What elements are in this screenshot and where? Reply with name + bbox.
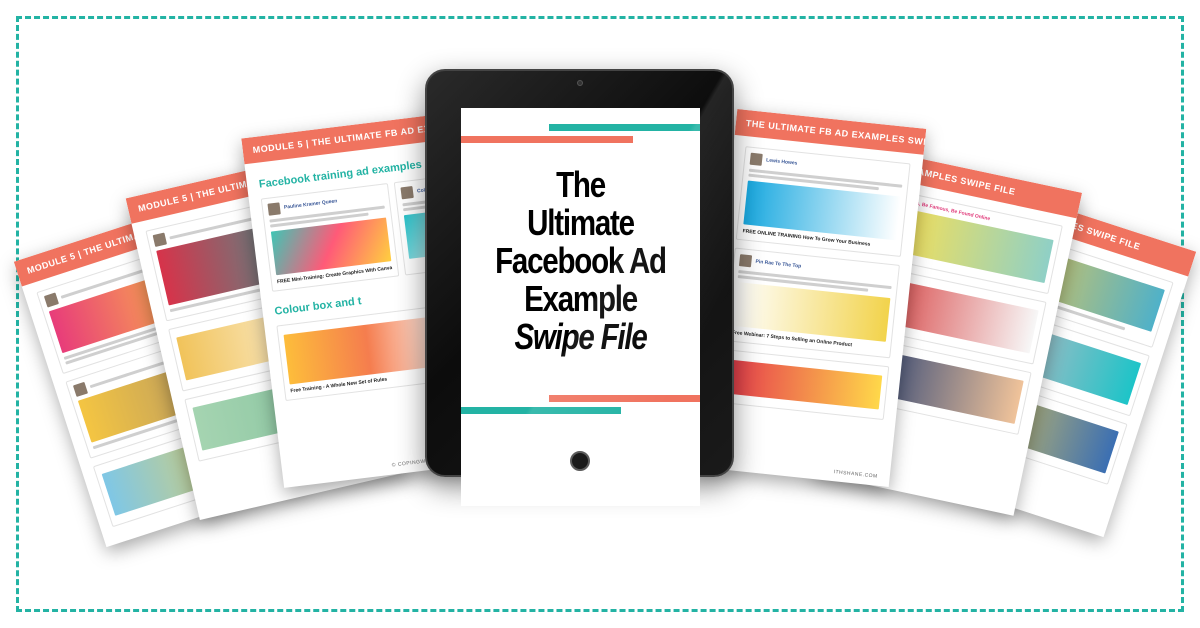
ad-card: Pauline Kramer Queen FREE Mini-Training:… (260, 182, 400, 292)
page-footer: ITHSHANE.COM (833, 469, 878, 480)
tablet-device: The Ultimate Facebook Ad Example Swipe F… (425, 69, 734, 506)
cover-title-line: Example (524, 278, 638, 319)
avatar (738, 254, 753, 268)
advertiser-name: Pauline Kramer Queen (283, 198, 338, 211)
tablet-screen: The Ultimate Facebook Ad Example Swipe F… (461, 108, 700, 506)
coral-bar (549, 395, 700, 402)
cover-title-line: The (556, 164, 606, 205)
avatar (43, 292, 60, 308)
avatar (400, 185, 414, 200)
ad-card: Pin Rae To The Top Free Webinar: 7 Steps… (725, 247, 900, 359)
cover-title-line: Ultimate (527, 202, 635, 243)
cover-title-italic: Swipe File (514, 316, 647, 357)
advertiser-name: Lewis Howes (765, 157, 798, 167)
avatar (152, 232, 168, 247)
coral-bar (461, 136, 633, 143)
teal-bar (461, 407, 621, 414)
avatar (749, 152, 763, 166)
advertiser-name: Pin Rae To The Top (755, 258, 802, 270)
teal-bar (549, 124, 700, 131)
cover-title-line: Facebook Ad (495, 240, 667, 281)
camera-icon (577, 80, 583, 86)
home-button (570, 451, 590, 471)
cover-title: The Ultimate Facebook Ad Example Swipe F… (483, 166, 679, 356)
avatar (267, 202, 281, 216)
ad-card: Lewis Howes FREE ONLINE TRAINING How To … (735, 146, 911, 257)
avatar (72, 381, 89, 397)
ad-card (718, 348, 890, 421)
